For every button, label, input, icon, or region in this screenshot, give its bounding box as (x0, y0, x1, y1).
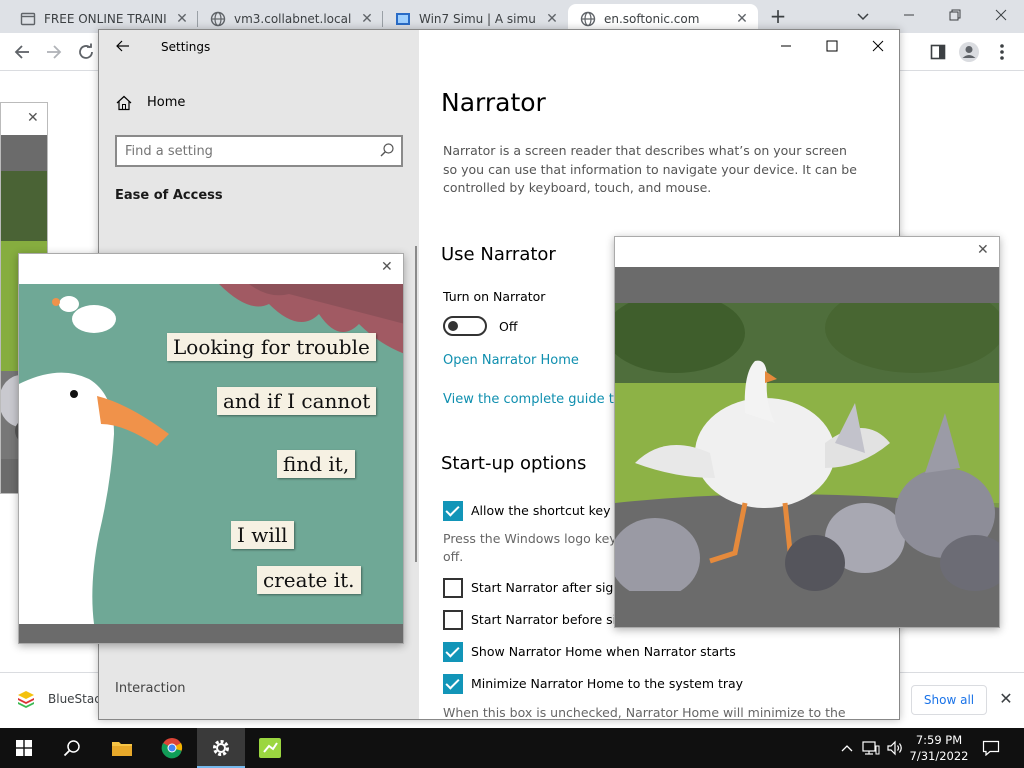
chrome-icon[interactable] (148, 728, 196, 768)
minimize-to-tray-description: When this box is unchecked, Narrator Hom… (443, 705, 846, 720)
start-after-signin-checkbox[interactable] (443, 578, 463, 598)
chevron-up-icon[interactable] (838, 728, 856, 768)
startup-options-heading: Start-up options (441, 453, 587, 474)
video-bottom-bar (615, 591, 999, 627)
download-item[interactable]: BlueStac (16, 689, 101, 709)
windows-start-icon[interactable] (0, 728, 48, 768)
narrator-toggle[interactable] (443, 316, 487, 336)
windows-taskbar: 7:59 PM 7/31/2022 (0, 728, 1024, 768)
sidebar-section-title: Ease of Access (115, 188, 223, 203)
meme-caption-line: create it. (257, 566, 361, 594)
meme-caption-line: find it, (277, 450, 356, 478)
profile-avatar-icon[interactable] (957, 40, 981, 64)
page-title: Narrator (441, 88, 546, 117)
shortcut-key-label: Allow the shortcut key t (471, 503, 620, 518)
close-icon[interactable]: ✕ (734, 11, 750, 27)
geese-photo (615, 283, 999, 598)
start-before-signin-checkbox[interactable] (443, 610, 463, 630)
open-narrator-home-link[interactable]: Open Narrator Home (443, 353, 579, 368)
shortcut-key-description: Press the Windows logo key (443, 531, 617, 546)
shortcut-key-checkbox[interactable] (443, 501, 463, 521)
show-all-button[interactable]: Show all (911, 685, 987, 715)
more-menu-icon[interactable] (990, 40, 1014, 64)
home-icon[interactable] (116, 95, 132, 111)
notification-icon[interactable] (978, 728, 1004, 768)
turn-on-narrator-label: Turn on Narrator (443, 289, 546, 304)
close-icon[interactable]: ✕ (359, 11, 375, 27)
win7-simu-icon (395, 11, 411, 27)
minimize-to-tray-checkbox[interactable] (443, 674, 463, 694)
search-input[interactable] (125, 142, 365, 160)
tab-label: FREE ONLINE TRAINING (44, 11, 166, 26)
browser-minimize-button[interactable] (886, 0, 932, 30)
download-filename: BlueStac (48, 692, 101, 706)
bluestacks-icon (16, 689, 36, 709)
shortcut-key-description-end: off. (443, 549, 464, 564)
sidebar-item-home[interactable]: Home (147, 95, 185, 110)
start-before-signin-label: Start Narrator before sig (471, 612, 625, 627)
video-bottom-bar (19, 624, 403, 643)
chrome-page-icon (20, 11, 36, 27)
show-narrator-home-label: Show Narrator Home when Narrator starts (471, 644, 736, 659)
network-icon[interactable] (860, 728, 882, 768)
close-icon[interactable]: ✕ (544, 11, 560, 27)
close-icon[interactable]: ✕ (27, 110, 39, 126)
tab-label: vm3.collabnet.local (234, 11, 351, 26)
start-after-signin-label: Start Narrator after sign (471, 580, 622, 595)
sidebar-section-interaction: Interaction (115, 681, 186, 696)
browser-restore-button[interactable] (932, 0, 978, 30)
toggle-state-label: Off (499, 319, 518, 334)
meme-caption-line: I will (231, 521, 294, 549)
video-top-bar (615, 267, 999, 303)
narrator-guide-link[interactable]: View the complete guide to (443, 392, 622, 407)
globe-icon (580, 11, 596, 27)
taskbar-clock[interactable]: 7:59 PM 7/31/2022 (906, 732, 972, 764)
back-arrow-icon[interactable] (10, 40, 34, 64)
reload-icon[interactable] (74, 40, 98, 64)
meme-caption-line: and if I cannot (217, 387, 377, 415)
clock-time: 7:59 PM (915, 733, 963, 747)
geese-video-popup: ✕ (614, 236, 1000, 628)
clock-date: 7/31/2022 (909, 749, 969, 763)
globe-icon (210, 11, 226, 27)
settings-gear-icon[interactable] (197, 728, 245, 768)
close-icon[interactable]: ✕ (381, 259, 393, 275)
volume-icon[interactable] (884, 728, 906, 768)
close-icon[interactable]: ✕ (174, 11, 190, 27)
window-title: Settings (161, 40, 211, 54)
settings-search-box[interactable] (115, 135, 403, 167)
goose-meme-popup: ✕ Looking for trouble and if I cannot fi… (18, 253, 404, 644)
tab-label: en.softonic.com (604, 11, 700, 26)
minimize-to-tray-label: Minimize Narrator Home to the system tra… (471, 676, 744, 691)
back-arrow-icon[interactable] (115, 38, 135, 58)
side-panel-icon[interactable] (926, 40, 950, 64)
video-top-bar (1, 135, 47, 171)
bluestacks-taskbar-icon[interactable] (246, 728, 294, 768)
page-description: Narrator is a screen reader that describ… (443, 143, 857, 195)
browser-close-button[interactable] (978, 0, 1024, 30)
show-narrator-home-checkbox[interactable] (443, 642, 463, 662)
search-icon[interactable] (48, 728, 96, 768)
chevron-down-icon[interactable] (855, 8, 871, 24)
new-tab-button[interactable]: + (768, 6, 788, 26)
toggle-knob (448, 321, 458, 331)
close-icon[interactable]: ✕ (977, 242, 989, 258)
tab-label: Win7 Simu | A simulato (419, 11, 536, 26)
meme-caption-line: Looking for trouble (167, 333, 376, 361)
forward-arrow-icon[interactable] (42, 40, 66, 64)
sidebar-scrollbar[interactable] (415, 246, 417, 562)
file-explorer-icon[interactable] (98, 728, 146, 768)
goose-meme-image: Looking for trouble and if I cannot find… (19, 284, 403, 624)
search-icon[interactable] (379, 142, 395, 158)
use-narrator-heading: Use Narrator (441, 244, 556, 265)
close-icon[interactable]: ✕ (996, 689, 1016, 709)
